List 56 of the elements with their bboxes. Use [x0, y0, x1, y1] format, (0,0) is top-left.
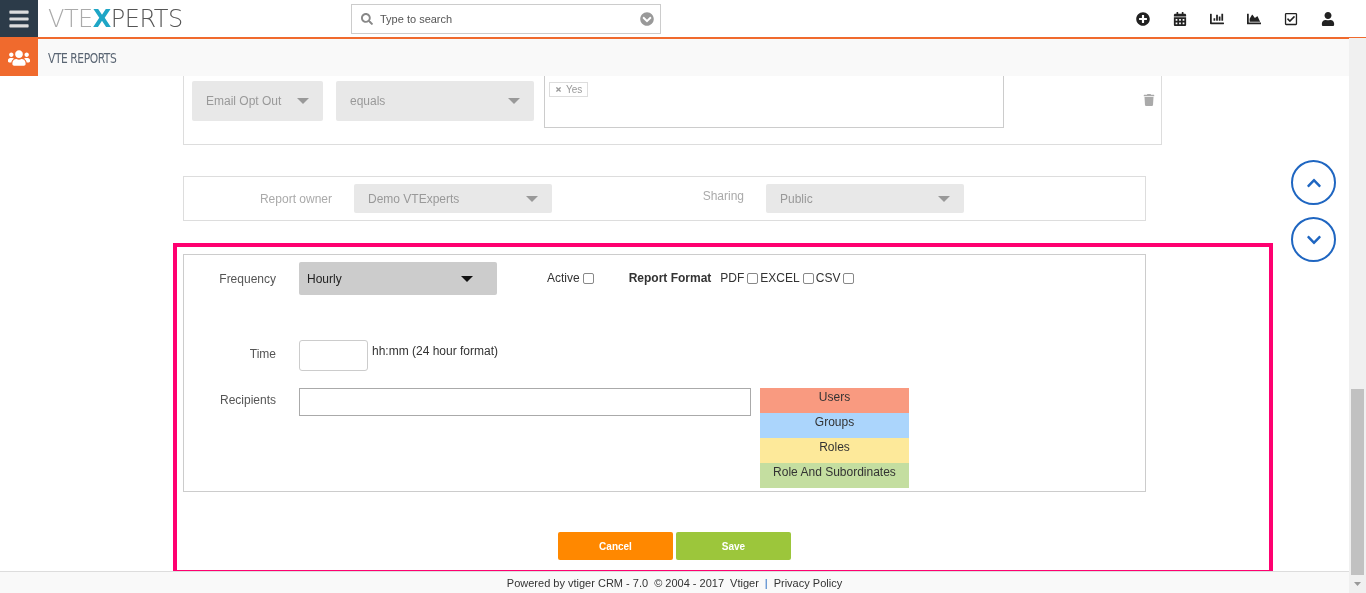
format-checkbox[interactable]: [843, 272, 855, 284]
sharing-label: Sharing: [701, 188, 745, 203]
owner-label: Report owner: [258, 191, 333, 206]
operator-select[interactable]: equals: [336, 81, 534, 121]
caret-icon: [297, 98, 309, 104]
privacy-policy-link[interactable]: Privacy Policy: [773, 576, 843, 589]
recipient-type-option[interactable]: Users: [760, 388, 909, 413]
recipients-label: Recipients: [218, 393, 277, 409]
caret-icon: [526, 195, 538, 202]
time-field[interactable]: [299, 340, 368, 371]
vtiger-link[interactable]: Vtiger: [730, 576, 759, 589]
active-label: Active: [547, 271, 580, 285]
time-label: Time: [248, 347, 277, 363]
user-icon[interactable]: [1321, 11, 1335, 26]
cancel-button[interactable]: Cancel: [558, 532, 673, 560]
remove-icon[interactable]: [555, 86, 562, 93]
recipient-type-option[interactable]: Groups: [760, 413, 909, 438]
owner-select[interactable]: Demo VTExperts: [354, 184, 552, 213]
caret-icon: [461, 275, 473, 282]
format-label: CSV: [815, 271, 841, 285]
footer-text: Powered by vtiger CRM - 7.0 © 2004 - 2017: [506, 576, 725, 589]
format-label: EXCEL: [760, 271, 800, 285]
search-icon: [361, 12, 373, 25]
search-field[interactable]: Type to search: [351, 3, 661, 34]
scrollbar[interactable]: [1349, 38, 1366, 593]
sharing-select[interactable]: Public: [766, 184, 964, 213]
format-checkbox[interactable]: [802, 272, 814, 284]
format-label: PDF: [720, 271, 745, 285]
scroll-up-button[interactable]: [1291, 160, 1336, 205]
format-checkbox[interactable]: [747, 272, 759, 284]
calendar-icon[interactable]: [1173, 11, 1187, 26]
bar-chart-icon[interactable]: [1210, 11, 1224, 26]
active-checkbox[interactable]: [582, 272, 594, 284]
caret-icon: [938, 195, 950, 202]
frequency-label: Frequency: [218, 271, 277, 288]
dropdown-icon[interactable]: [640, 11, 654, 26]
footer-separator: |: [764, 576, 768, 589]
area-chart-icon[interactable]: [1247, 11, 1261, 26]
checkbox-icon[interactable]: [1284, 11, 1298, 26]
value-field[interactable]: Yes: [544, 76, 1004, 128]
module-title: VTE REPORTS: [48, 49, 117, 66]
menu-button[interactable]: [0, 0, 38, 37]
trash-icon[interactable]: [1143, 94, 1155, 106]
frequency-select[interactable]: Hourly: [299, 262, 497, 295]
time-hint: hh:mm (24 hour format): [372, 344, 499, 358]
save-button[interactable]: Save: [676, 532, 791, 560]
report-format-label: Report Format: [628, 271, 712, 285]
recipients-field[interactable]: [299, 388, 751, 416]
value-tag[interactable]: Yes: [549, 82, 589, 97]
field-select[interactable]: Email Opt Out: [192, 81, 323, 121]
recipient-type-option[interactable]: Roles: [760, 438, 909, 463]
scroll-down-button[interactable]: [1291, 217, 1336, 262]
caret-icon: [508, 98, 520, 104]
logo: VTEXPERTS: [48, 4, 184, 33]
add-icon[interactable]: [1136, 11, 1150, 26]
recipient-type-option[interactable]: Role And Subordinates: [760, 463, 909, 488]
